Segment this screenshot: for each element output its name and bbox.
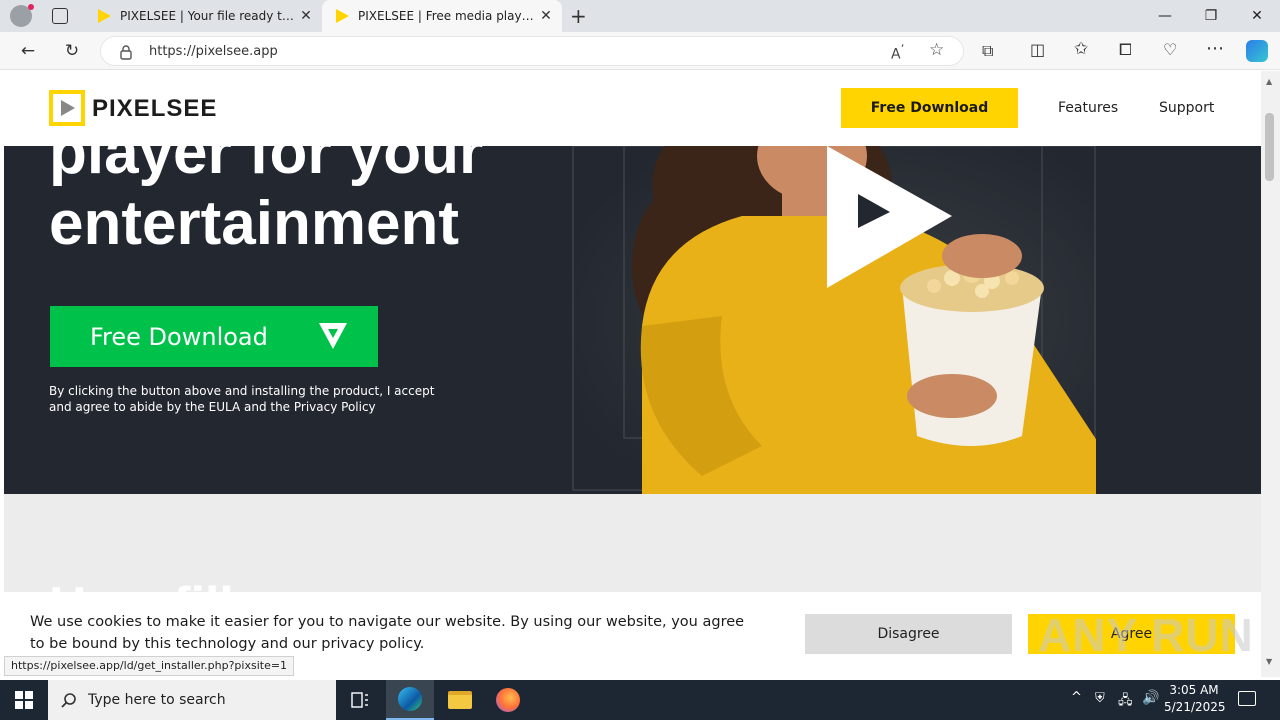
clock-date: 5/21/2025 <box>1164 700 1226 714</box>
tab-title: PIXELSEE | Your file ready to dow <box>120 9 300 23</box>
pixelsee-favicon-icon <box>98 9 111 23</box>
security-tray-icon[interactable]: ⛨ <box>1095 691 1105 706</box>
hero-section: player for your entertainment Free Downl… <box>4 146 1261 494</box>
close-tab-icon[interactable]: ✕ <box>538 8 554 24</box>
nav-support[interactable]: Support <box>1159 100 1214 116</box>
tab-title: PIXELSEE | Free media player for y <box>358 9 538 23</box>
tab-actions-icon[interactable] <box>52 8 68 24</box>
system-clock[interactable]: 3:05 AM 5/21/2025 <box>1164 682 1226 716</box>
windows-taskbar: Type here to search ^ ⛨ 🖧 🔊 3:05 AM 5/21… <box>0 680 1280 720</box>
split-screen-icon[interactable]: ◫ <box>1030 40 1045 59</box>
back-icon[interactable]: ← <box>14 38 42 64</box>
cookie-message: We use cookies to make it easier for you… <box>30 614 745 652</box>
volume-icon[interactable]: 🔊 <box>1142 690 1159 706</box>
extensions-icon[interactable]: ⧉ <box>982 41 993 61</box>
favorites-icon[interactable]: ✩ <box>1074 39 1088 59</box>
web-page: PIXELSEE Free Download Features Support … <box>4 71 1261 677</box>
firefox-icon[interactable] <box>484 680 532 720</box>
refresh-icon[interactable]: ↻ <box>58 38 86 64</box>
copilot-icon[interactable] <box>1246 40 1268 62</box>
tab-media-player[interactable]: PIXELSEE | Free media player for y ✕ <box>322 0 562 32</box>
address-url: https://pixelsee.app <box>149 44 278 59</box>
new-tab-icon[interactable]: + <box>570 4 587 28</box>
lock-icon[interactable] <box>119 44 133 60</box>
task-view-icon[interactable] <box>336 680 384 720</box>
search-placeholder: Type here to search <box>88 692 226 708</box>
edge-browser-icon[interactable] <box>386 680 434 720</box>
pixelsee-logo-icon[interactable] <box>49 90 85 126</box>
nav-features[interactable]: Features <box>1058 100 1118 116</box>
settings-more-icon[interactable]: ⋯ <box>1206 38 1224 59</box>
tab-file-ready[interactable]: PIXELSEE | Your file ready to dow ✕ <box>84 0 322 32</box>
hero-download-label: Free Download <box>90 322 268 351</box>
restore-icon[interactable]: ❐ <box>1188 0 1234 32</box>
windows-start-icon[interactable] <box>0 680 48 720</box>
page-scrollbar[interactable]: ▲ ▼ <box>1261 71 1280 677</box>
status-bar-url: https://pixelsee.app/ld/get_installer.ph… <box>4 656 295 676</box>
browser-tab-bar: PIXELSEE | Your file ready to dow ✕ PIXE… <box>0 0 1280 32</box>
minimize-icon[interactable]: — <box>1142 0 1188 32</box>
scroll-down-icon[interactable]: ▼ <box>1266 657 1272 666</box>
notification-dot-icon <box>28 4 34 10</box>
browser-toolbar: ← ↻ https://pixelsee.app Aʼ ☆ ⧉ ◫ ✩ ⧠ ♡ … <box>0 32 1280 70</box>
close-window-icon[interactable]: ✕ <box>1234 0 1280 32</box>
favorite-star-icon[interactable]: ☆ <box>929 40 944 60</box>
collections-icon[interactable]: ⧠ <box>1119 40 1132 60</box>
network-icon[interactable]: 🖧 <box>1118 691 1133 713</box>
hero-title-line1: player for your <box>49 146 484 187</box>
download-arrow-icon <box>319 323 347 349</box>
cookie-disagree-button[interactable]: Disagree <box>805 614 1012 654</box>
brand-name[interactable]: PIXELSEE <box>92 95 217 123</box>
clock-time: 3:05 AM <box>1169 683 1219 697</box>
eula-notice: By clicking the button above and install… <box>49 384 435 414</box>
header-download-button[interactable]: Free Download <box>841 88 1018 128</box>
search-icon <box>61 693 76 708</box>
hero-download-button[interactable]: Free Download <box>50 306 378 367</box>
taskbar-search-box[interactable]: Type here to search <box>48 680 336 720</box>
scrollbar-thumb[interactable] <box>1265 113 1274 181</box>
read-aloud-icon[interactable]: Aʼ <box>891 42 904 63</box>
hero-promo-image <box>572 146 1096 494</box>
site-header: PIXELSEE Free Download Features Support <box>4 71 1261 146</box>
close-tab-icon[interactable]: ✕ <box>298 8 314 24</box>
show-hidden-icons-chevron-icon[interactable]: ^ <box>1071 690 1082 705</box>
anyrun-watermark: ANY RUN <box>1038 609 1254 661</box>
pixelsee-favicon-icon <box>336 9 349 23</box>
browser-essentials-icon[interactable]: ♡ <box>1163 40 1177 59</box>
notifications-icon[interactable] <box>1238 691 1256 706</box>
address-bar[interactable]: https://pixelsee.app Aʼ ☆ <box>100 36 964 66</box>
scroll-up-icon[interactable]: ▲ <box>1266 77 1272 86</box>
file-explorer-icon[interactable] <box>436 680 484 720</box>
hero-title-line2: entertainment <box>49 189 459 258</box>
